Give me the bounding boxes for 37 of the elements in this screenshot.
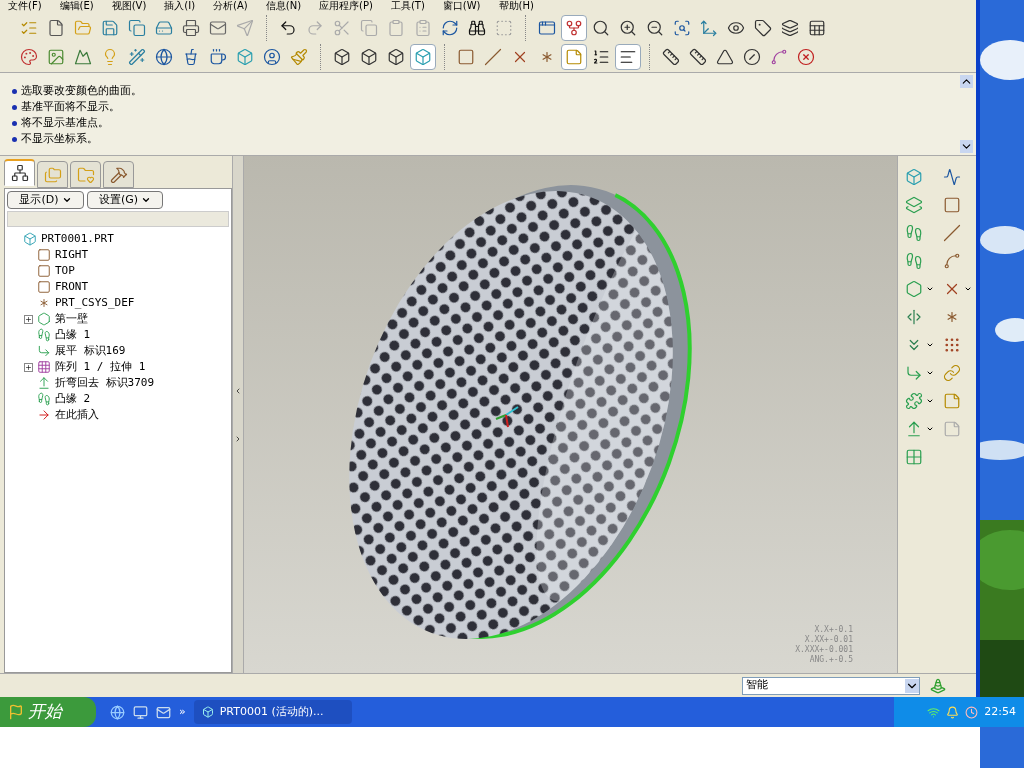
tree-item[interactable]: FRONT — [55, 278, 89, 296]
dropdown-button[interactable]: 设置(G) — [87, 191, 163, 209]
tree-item[interactable]: RIGHT — [55, 246, 89, 264]
tree-item[interactable]: 凸缘 2 — [55, 390, 91, 408]
more-chevron[interactable]: » — [179, 703, 186, 721]
menu-item[interactable]: 信息(N) — [265, 0, 302, 12]
tolerance-text: X.XXX+-0.001 — [795, 645, 853, 655]
tree-item[interactable]: 凸缘 1 — [55, 326, 91, 344]
dropdown-button[interactable]: 显示(D) — [7, 191, 84, 209]
filter-dropdown[interactable]: 智能 — [742, 676, 920, 695]
tree-item[interactable]: 展平 标识169 — [55, 342, 126, 360]
menu-item[interactable]: 应用程序(P) — [319, 0, 373, 12]
tolerance-text: X.X+-0.1 — [814, 625, 853, 635]
tree-item[interactable]: TOP — [55, 262, 75, 280]
menu-item[interactable]: 插入(I) — [164, 0, 196, 12]
tree-item[interactable]: PRT_CSYS_DEF — [55, 294, 135, 312]
menu-item[interactable]: 分析(A) — [213, 0, 248, 12]
message-text: 基准平面将不显示。 — [21, 98, 120, 115]
menu-item[interactable]: 工具(T) — [390, 0, 425, 12]
menu-item[interactable]: 视图(V) — [111, 0, 147, 12]
tree-item[interactable]: 阵列 1 / 拉伸 1 — [55, 358, 146, 376]
tree-item[interactable]: 折弯回去 标识3709 — [55, 374, 155, 392]
tree-item[interactable]: 第一壁 — [55, 310, 88, 328]
tolerance-text: ANG.+-0.5 — [809, 655, 853, 665]
menu-item[interactable]: 文件(F) — [8, 0, 42, 12]
tolerance-text: X.XX+-0.01 — [804, 635, 853, 645]
clock-time: 22:54 — [984, 703, 1016, 720]
menu-item[interactable]: 编辑(E) — [59, 0, 94, 12]
message-text: 不显示坐标系。 — [21, 130, 98, 147]
menu-item[interactable]: 帮助(H) — [498, 0, 534, 12]
tree-item[interactable]: PRT0001.PRT — [41, 230, 114, 248]
menu-item[interactable]: 窗口(W) — [442, 0, 481, 12]
message-text: 将不显示基准点。 — [21, 114, 109, 131]
start-button[interactable]: 开始 — [0, 697, 96, 727]
taskbar-task[interactable]: PRT0001 (活动的)... — [193, 700, 352, 724]
tree-item[interactable]: 在此插入 — [55, 406, 99, 424]
message-text: 选取要改变颜色的曲面。 — [21, 82, 142, 99]
